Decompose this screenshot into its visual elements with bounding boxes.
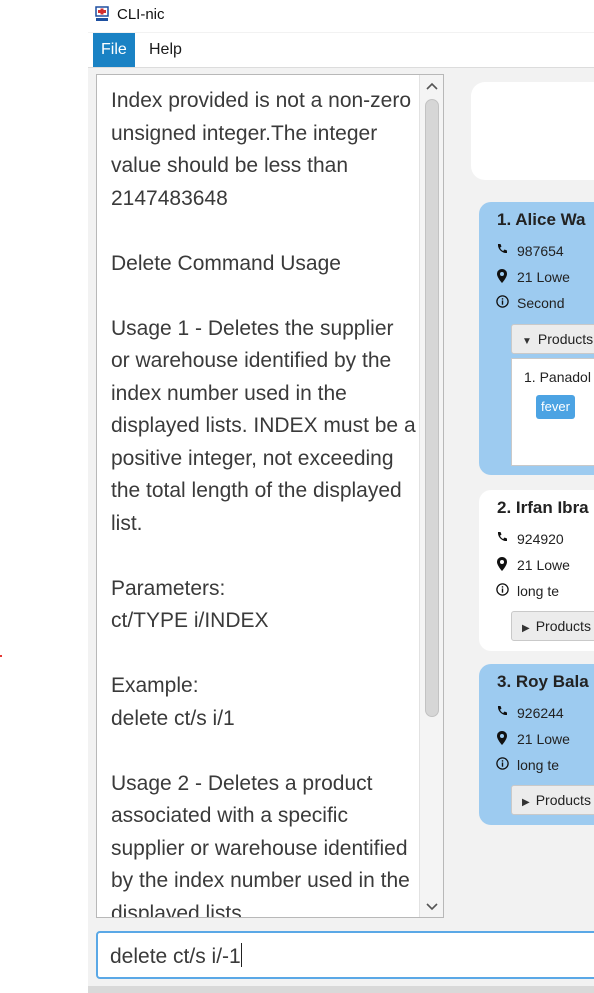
card-remark-row: Second: [495, 295, 565, 311]
stray-red-dot: [0, 655, 2, 657]
card-address: 21 Lowe: [517, 269, 570, 285]
products-label: Products: [535, 792, 591, 808]
command-input[interactable]: delete ct/s i/-1: [96, 931, 594, 979]
info-icon: [495, 583, 509, 599]
text-caret: [240, 943, 242, 967]
scroll-up-arrow-icon[interactable]: [424, 80, 440, 94]
card-name: 3. Roy Bala: [497, 672, 589, 691]
status-bar: [88, 986, 594, 993]
product-item: 1. Panadol: [524, 369, 591, 385]
list-card-3[interactable]: 3. Roy Bala 926244 21 Lowe long te ▶ Prod…: [479, 664, 594, 825]
card-phone-row: 926244: [497, 705, 564, 721]
menu-help[interactable]: Help: [141, 33, 190, 67]
card-address: 21 Lowe: [517, 731, 570, 747]
result-display[interactable]: Index provided is not a non-zero unsigne…: [96, 74, 444, 918]
info-icon: [495, 757, 509, 773]
card-phone-row: 987654: [497, 243, 564, 259]
phone-icon: [495, 705, 509, 720]
phone-icon: [495, 243, 509, 258]
title-bar: CLI-nic: [88, 0, 594, 32]
card-phone-row: 924920: [497, 531, 564, 547]
info-icon: [495, 295, 509, 311]
location-pin-icon: [495, 269, 509, 286]
result-scrollbar[interactable]: [419, 75, 443, 917]
card-address-row: 21 Lowe: [497, 731, 570, 747]
result-text: Index provided is not a non-zero unsigne…: [111, 89, 416, 918]
app-window: CLI-nic File Help Index provided is not …: [88, 0, 594, 993]
scroll-down-arrow-icon[interactable]: [424, 901, 440, 915]
command-value: delete ct/s i/-1: [110, 945, 241, 968]
location-pin-icon: [495, 557, 509, 574]
card-remark: Second: [517, 295, 565, 311]
card-remark: long te: [517, 583, 560, 599]
products-toggle[interactable]: ▼ Products: [511, 324, 594, 354]
card-phone: 987654: [517, 243, 564, 259]
card-phone: 924920: [517, 531, 564, 547]
command-input-text: delete ct/s i/-1: [110, 943, 242, 969]
products-label: Products: [535, 618, 591, 634]
menu-bar: File Help: [88, 33, 594, 68]
list-card-2[interactable]: 2. Irfan Ibra 924920 21 Lowe long te ▶ Pr…: [479, 490, 594, 651]
menu-file[interactable]: File: [93, 33, 135, 67]
card-address-row: 21 Lowe: [497, 269, 570, 285]
products-list: 1. Panadol fever: [511, 358, 594, 466]
triangle-right-icon: ▶: [522, 797, 530, 808]
card-remark-row: long te: [495, 757, 560, 773]
card-name: 1. Alice Wa: [497, 210, 586, 229]
card-address-row: 21 Lowe: [497, 557, 570, 573]
card-phone: 926244: [517, 705, 564, 721]
products-label: Products: [537, 331, 594, 347]
products-toggle[interactable]: ▶ Products: [511, 611, 594, 641]
card-address: 21 Lowe: [517, 557, 570, 573]
card-remark-row: long te: [495, 583, 560, 599]
scroll-thumb[interactable]: [425, 99, 439, 717]
card-name: 2. Irfan Ibra: [497, 498, 589, 517]
window-title: CLI-nic: [117, 6, 165, 23]
product-tag: fever: [536, 395, 575, 419]
app-icon: [95, 6, 109, 21]
phone-icon: [495, 531, 509, 546]
triangle-down-icon: ▼: [522, 336, 532, 347]
card-remark: long te: [517, 757, 560, 773]
location-pin-icon: [495, 731, 509, 748]
list-card-1[interactable]: 1. Alice Wa 987654 21 Lowe Second ▼ Produ…: [479, 202, 594, 475]
triangle-right-icon: ▶: [522, 623, 530, 634]
top-info-panel: [471, 82, 594, 180]
products-toggle[interactable]: ▶ Products: [511, 785, 594, 815]
